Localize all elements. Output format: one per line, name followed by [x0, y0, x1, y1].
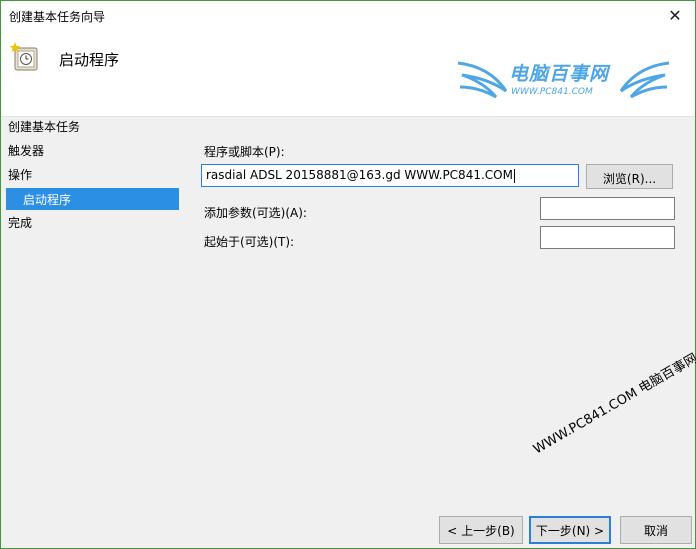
wizard-header: 启动程序 电脑百事网 WWW.PC841.COM: [1, 31, 695, 117]
page-title: 启动程序: [59, 51, 120, 69]
watermark-brand: 电脑百事网: [509, 63, 610, 85]
wizard-window: 创建基本任务向导 ✕ 启动程序 电脑百事网 WWW.PC841.COM 创建基本…: [0, 0, 696, 549]
args-label: 添加参数(可选)(A):: [204, 206, 307, 220]
back-button[interactable]: < 上一步(B): [439, 516, 523, 544]
close-icon[interactable]: ✕: [655, 1, 695, 31]
watermark-logo: 电脑百事网 WWW.PC841.COM: [456, 55, 671, 111]
browse-button[interactable]: 浏览(R)...: [586, 164, 673, 189]
title-bar: 创建基本任务向导 ✕: [1, 1, 695, 31]
step-trigger: 触发器: [8, 144, 45, 158]
text-caret: [513, 168, 515, 183]
window-title: 创建基本任务向导: [9, 10, 106, 24]
step-finish: 完成: [8, 216, 33, 230]
program-input-value: rasdial ADSL 20158881@163.gd WWW.PC841.C…: [206, 168, 515, 183]
step-action: 操作: [8, 168, 33, 182]
cancel-button[interactable]: 取消: [620, 516, 692, 544]
watermark-url: WWW.PC841.COM: [511, 87, 593, 97]
start-in-label: 起始于(可选)(T):: [204, 235, 295, 249]
program-label: 程序或脚本(P):: [204, 145, 285, 159]
back-button-label: < 上一步(B): [447, 524, 515, 538]
browse-button-label: 浏览(R)...: [602, 172, 657, 186]
step-section-title: 创建基本任务: [8, 120, 81, 134]
task-scheduler-icon: [9, 42, 38, 71]
cancel-button-label: 取消: [643, 524, 668, 538]
step-start-program: 启动程序: [6, 188, 179, 210]
program-input[interactable]: rasdial ADSL 20158881@163.gd WWW.PC841.C…: [201, 164, 579, 187]
next-button-label: 下一步(N) >: [535, 524, 605, 538]
start-in-input[interactable]: [540, 226, 675, 249]
watermark-diagonal: WWW.PC841.COM 电脑百事网: [531, 351, 696, 458]
step-start-program-label: 启动程序: [23, 193, 72, 207]
next-button[interactable]: 下一步(N) >: [529, 516, 611, 544]
args-input[interactable]: [540, 197, 675, 220]
